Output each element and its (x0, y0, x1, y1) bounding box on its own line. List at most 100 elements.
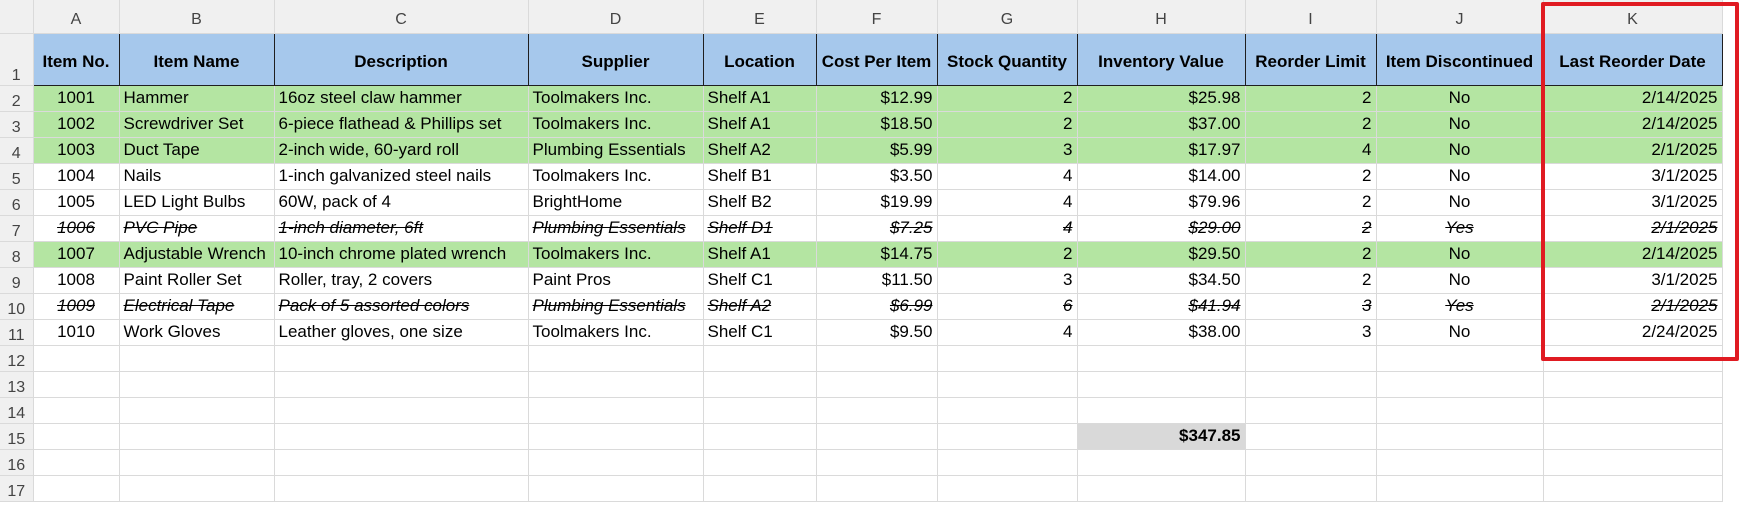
cell-item-name[interactable]: Screwdriver Set (119, 111, 275, 138)
empty-cell[interactable] (1245, 423, 1377, 450)
header-item-name[interactable]: Item Name (119, 32, 275, 86)
cell-item-discontinued[interactable]: No (1376, 267, 1544, 294)
cell-item-name[interactable]: LED Light Bulbs (119, 189, 275, 216)
cell-location[interactable]: Shelf C1 (703, 267, 817, 294)
empty-cell[interactable] (528, 397, 704, 424)
cell-inventory-value[interactable]: $29.50 (1077, 241, 1246, 268)
cell-cost-per-item[interactable]: $11.50 (816, 267, 938, 294)
cell-item-no[interactable]: 1007 (33, 241, 120, 268)
cell-cost-per-item[interactable]: $9.50 (816, 319, 938, 346)
cell-description[interactable]: 2-inch wide, 60-yard roll (274, 137, 529, 164)
cell-reorder-limit[interactable]: 2 (1245, 241, 1377, 268)
empty-cell[interactable] (1077, 475, 1246, 502)
empty-cell[interactable] (937, 345, 1078, 372)
cell-item-name[interactable]: Hammer (119, 85, 275, 112)
cell-item-name[interactable]: PVC Pipe (119, 215, 275, 242)
column-header-e[interactable]: E (703, 0, 817, 34)
cell-inventory-value[interactable]: $17.97 (1077, 137, 1246, 164)
cell-item-discontinued[interactable]: No (1376, 189, 1544, 216)
cell-item-discontinued[interactable]: Yes (1376, 215, 1544, 242)
empty-cell[interactable] (528, 371, 704, 398)
empty-cell[interactable] (528, 345, 704, 372)
cell-cost-per-item[interactable]: $18.50 (816, 111, 938, 138)
row-header[interactable]: 9 (0, 267, 34, 294)
header-item-discontinued[interactable]: Item Discontinued (1376, 32, 1544, 86)
empty-cell[interactable] (274, 345, 529, 372)
cell-supplier[interactable]: Plumbing Essentials (528, 215, 704, 242)
row-header[interactable]: 1 (0, 33, 34, 86)
cell-location[interactable]: Shelf A1 (703, 111, 817, 138)
cell-item-discontinued[interactable]: No (1376, 85, 1544, 112)
header-supplier[interactable]: Supplier (528, 32, 704, 86)
empty-cell[interactable] (33, 397, 120, 424)
row-header[interactable]: 10 (0, 293, 34, 320)
column-header-a[interactable]: A (33, 0, 120, 34)
cell-location[interactable]: Shelf A1 (703, 241, 817, 268)
column-header-b[interactable]: B (119, 0, 275, 34)
cell-cost-per-item[interactable]: $6.99 (816, 293, 938, 320)
cell-item-no[interactable]: 1002 (33, 111, 120, 138)
column-header-i[interactable]: I (1245, 0, 1377, 34)
empty-cell[interactable] (816, 345, 938, 372)
cell-item-name[interactable]: Duct Tape (119, 137, 275, 164)
cell-cost-per-item[interactable]: $7.25 (816, 215, 938, 242)
empty-cell[interactable] (119, 371, 275, 398)
row-header[interactable]: 3 (0, 111, 34, 138)
cell-description[interactable]: 10-inch chrome plated wrench (274, 241, 529, 268)
empty-cell[interactable] (1245, 345, 1377, 372)
row-header[interactable]: 4 (0, 137, 34, 164)
cell-stock-quantity[interactable]: 3 (937, 267, 1078, 294)
row-header[interactable]: 13 (0, 371, 34, 398)
column-header-c[interactable]: C (274, 0, 529, 34)
cell-supplier[interactable]: Toolmakers Inc. (528, 241, 704, 268)
cell-location[interactable]: Shelf A2 (703, 137, 817, 164)
cell-location[interactable]: Shelf D1 (703, 215, 817, 242)
cell-location[interactable]: Shelf B1 (703, 163, 817, 190)
cell-supplier[interactable]: BrightHome (528, 189, 704, 216)
empty-cell[interactable] (703, 423, 817, 450)
cell-stock-quantity[interactable]: 2 (937, 85, 1078, 112)
row-header[interactable]: 11 (0, 319, 34, 346)
cell-inventory-value[interactable]: $38.00 (1077, 319, 1246, 346)
cell-item-no[interactable]: 1008 (33, 267, 120, 294)
empty-cell[interactable] (528, 449, 704, 476)
empty-cell[interactable] (1245, 371, 1377, 398)
cell-location[interactable]: Shelf A1 (703, 85, 817, 112)
cell-item-discontinued[interactable]: Yes (1376, 293, 1544, 320)
empty-cell[interactable] (1376, 371, 1544, 398)
cell-supplier[interactable]: Toolmakers Inc. (528, 319, 704, 346)
empty-cell[interactable] (937, 423, 1078, 450)
row-header[interactable]: 5 (0, 163, 34, 190)
cell-stock-quantity[interactable]: 4 (937, 189, 1078, 216)
cell-location[interactable]: Shelf C1 (703, 319, 817, 346)
empty-cell[interactable] (1077, 371, 1246, 398)
empty-cell[interactable] (119, 423, 275, 450)
empty-cell[interactable] (528, 423, 704, 450)
cell-stock-quantity[interactable]: 6 (937, 293, 1078, 320)
row-header[interactable]: 12 (0, 345, 34, 372)
column-header-g[interactable]: G (937, 0, 1078, 34)
empty-cell[interactable] (274, 475, 529, 502)
cell-item-no[interactable]: 1006 (33, 215, 120, 242)
total-inventory-value[interactable]: $347.85 (1077, 423, 1246, 450)
cell-inventory-value[interactable]: $14.00 (1077, 163, 1246, 190)
empty-cell[interactable] (274, 397, 529, 424)
cell-item-no[interactable]: 1001 (33, 85, 120, 112)
cell-stock-quantity[interactable]: 4 (937, 319, 1078, 346)
empty-cell[interactable] (119, 475, 275, 502)
cell-item-name[interactable]: Paint Roller Set (119, 267, 275, 294)
empty-cell[interactable] (1376, 449, 1544, 476)
cell-description[interactable]: Pack of 5 assorted colors (274, 293, 529, 320)
cell-reorder-limit[interactable]: 2 (1245, 85, 1377, 112)
empty-cell[interactable] (33, 449, 120, 476)
empty-cell[interactable] (1077, 449, 1246, 476)
empty-cell[interactable] (703, 449, 817, 476)
row-header[interactable]: 8 (0, 241, 34, 268)
cell-description[interactable]: Roller, tray, 2 covers (274, 267, 529, 294)
empty-cell[interactable] (937, 449, 1078, 476)
cell-description[interactable]: 6-piece flathead & Phillips set (274, 111, 529, 138)
empty-cell[interactable] (816, 423, 938, 450)
header-reorder-limit[interactable]: Reorder Limit (1245, 32, 1377, 86)
row-header[interactable]: 2 (0, 85, 34, 112)
cell-stock-quantity[interactable]: 4 (937, 163, 1078, 190)
